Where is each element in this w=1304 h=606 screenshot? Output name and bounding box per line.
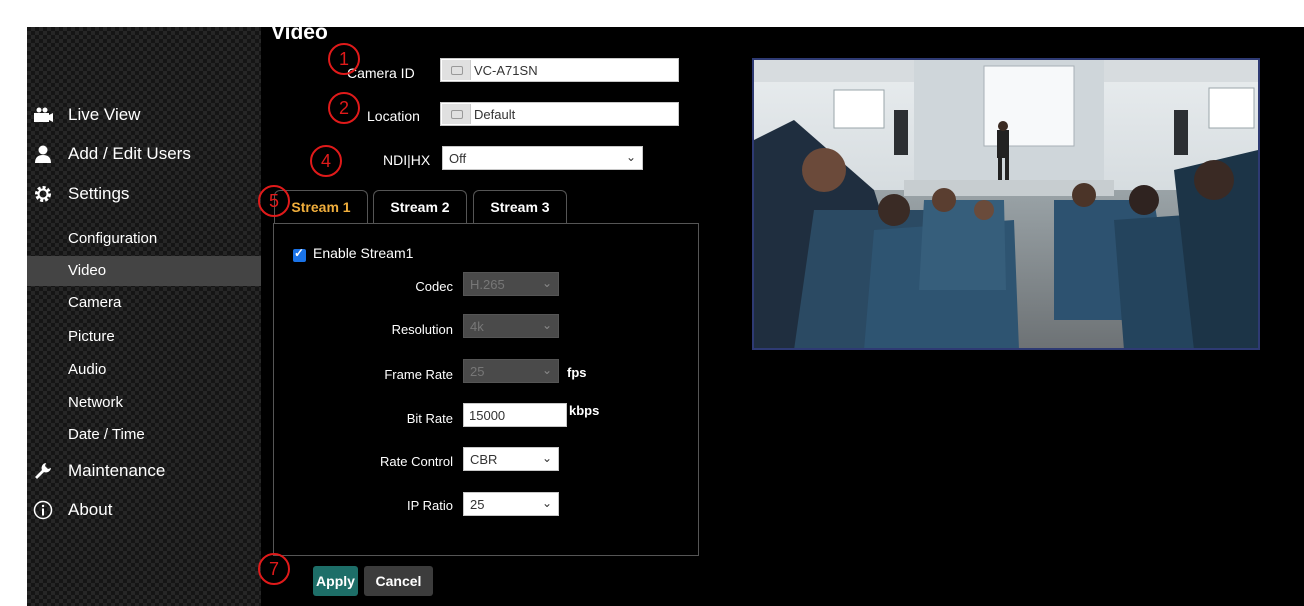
- callout-1: 1: [328, 43, 360, 75]
- document-page: Live View Add / Edit Users Settings Conf…: [0, 0, 1304, 606]
- chevron-down-icon: ⌄: [541, 496, 552, 510]
- callout-5: 5: [258, 185, 290, 217]
- frame-rate-value: 25: [470, 364, 485, 379]
- sidebar: Live View Add / Edit Users Settings Conf…: [27, 27, 261, 606]
- codec-label: Codec: [415, 279, 453, 294]
- nav-label: Settings: [68, 184, 130, 203]
- nav-label: Add / Edit Users: [68, 144, 191, 163]
- callout-7: 7: [258, 553, 290, 585]
- location-input[interactable]: Default: [440, 102, 679, 126]
- sidebar-item-video[interactable]: Video: [27, 256, 261, 286]
- frame-rate-unit: fps: [567, 365, 587, 380]
- codec-select[interactable]: H.265 ⌄: [463, 272, 559, 296]
- callout-2: 2: [328, 92, 360, 124]
- nav-label: Live View: [68, 105, 141, 124]
- ip-ratio-value: 25: [470, 497, 485, 512]
- resolution-label: Resolution: [391, 322, 453, 337]
- codec-value: H.265: [470, 277, 505, 292]
- lock-icon: [442, 104, 471, 124]
- location-value: Default: [474, 107, 516, 122]
- nav-label: About: [68, 500, 113, 519]
- nav-label: Maintenance: [68, 461, 166, 480]
- sidebar-item-label: Video: [68, 262, 107, 279]
- tab-stream-2[interactable]: Stream 2: [373, 190, 467, 223]
- resolution-value: 4k: [470, 319, 484, 334]
- bit-rate-unit: kbps: [569, 403, 600, 418]
- user-icon: [35, 145, 51, 163]
- live-preview-image: [752, 58, 1260, 350]
- sidebar-item-label: Configuration: [68, 230, 158, 247]
- ndi-value: Off: [449, 151, 467, 166]
- sidebar-item-audio[interactable]: Audio: [27, 355, 261, 385]
- enable-stream-label: Enable Stream1: [313, 245, 414, 261]
- nav-settings[interactable]: Settings: [27, 182, 261, 206]
- camera-users-icon: [34, 107, 53, 122]
- sidebar-item-date-time[interactable]: Date / Time: [27, 420, 261, 450]
- nav-about[interactable]: About: [27, 498, 261, 522]
- tab-stream-3[interactable]: Stream 3: [473, 190, 567, 223]
- ndi-select[interactable]: Off ⌄: [442, 146, 643, 170]
- rate-control-select[interactable]: CBR ⌄: [463, 447, 559, 471]
- frame-rate-label: Frame Rate: [384, 367, 453, 382]
- ndi-label: NDI|HX: [383, 152, 431, 168]
- sidebar-item-label: Audio: [68, 361, 107, 378]
- sidebar-item-camera[interactable]: Camera: [27, 288, 261, 318]
- page-title: Video: [271, 21, 328, 44]
- resolution-select[interactable]: 4k ⌄: [463, 314, 559, 338]
- gear-icon: [35, 186, 51, 202]
- camera-id-input[interactable]: VC-A71SN: [440, 58, 679, 82]
- auditorium-scene: [754, 60, 1258, 348]
- sidebar-item-label: Camera: [68, 294, 122, 311]
- camera-id-value: VC-A71SN: [474, 63, 538, 78]
- info-icon: [33, 500, 53, 520]
- wrench-icon: [35, 463, 51, 479]
- nav-add-edit-users[interactable]: Add / Edit Users: [27, 142, 261, 166]
- rate-control-label: Rate Control: [380, 454, 453, 469]
- sidebar-item-label: Picture: [68, 328, 115, 345]
- callout-4: 4: [310, 145, 342, 177]
- location-label: Location: [367, 108, 420, 124]
- apply-button[interactable]: Apply: [313, 566, 358, 596]
- camera-web-ui: Live View Add / Edit Users Settings Conf…: [27, 21, 1304, 606]
- enable-stream-checkbox[interactable]: [293, 246, 306, 262]
- bit-rate-input[interactable]: 15000: [463, 403, 567, 427]
- chevron-down-icon: ⌄: [541, 318, 552, 332]
- sidebar-item-label: Date / Time: [68, 426, 145, 443]
- bit-rate-value: 15000: [469, 408, 506, 423]
- cancel-button[interactable]: Cancel: [364, 566, 433, 596]
- chevron-down-icon: ⌄: [541, 276, 552, 290]
- sidebar-item-network[interactable]: Network: [27, 388, 261, 418]
- rate-control-value: CBR: [470, 452, 498, 467]
- lock-icon: [442, 60, 471, 80]
- frame-rate-select[interactable]: 25 ⌄: [463, 359, 559, 383]
- ip-ratio-label: IP Ratio: [406, 498, 453, 513]
- sidebar-item-picture[interactable]: Picture: [27, 322, 261, 352]
- chevron-down-icon: ⌄: [625, 150, 636, 164]
- bit-rate-label: Bit Rate: [406, 411, 453, 426]
- nav-live-view[interactable]: Live View: [27, 103, 261, 127]
- nav-maintenance[interactable]: Maintenance: [27, 459, 261, 483]
- ip-ratio-select[interactable]: 25 ⌄: [463, 492, 559, 516]
- sidebar-item-label: Network: [68, 394, 124, 411]
- sidebar-item-configuration[interactable]: Configuration: [27, 224, 261, 254]
- chevron-down-icon: ⌄: [541, 451, 552, 465]
- chevron-down-icon: ⌄: [541, 363, 552, 377]
